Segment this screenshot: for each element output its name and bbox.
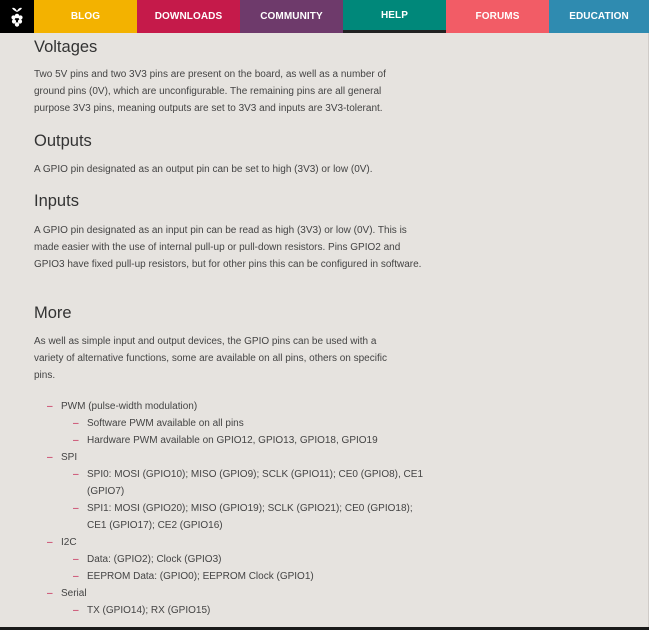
list-item: – Hardware PWM available on GPIO12, GPIO1… xyxy=(73,432,427,449)
list-item-label: Data: (GPIO2); Clock (GPIO3) xyxy=(87,554,222,565)
inputs-text: A GPIO pin designated as an input pin ca… xyxy=(34,225,422,270)
list-item-label: Hardware PWM available on GPIO12, GPIO13… xyxy=(87,435,378,446)
more-text: As well as simple input and output devic… xyxy=(34,336,387,381)
nav-blog[interactable]: BLOG xyxy=(34,0,137,33)
nav-education[interactable]: EDUCATION xyxy=(549,0,649,33)
dash-bullet: – xyxy=(47,452,53,463)
dash-bullet: – xyxy=(73,418,79,429)
list-item-spi: – SPI – SPI0: MOSI (GPIO10); MISO (GPIO9)… xyxy=(47,449,427,534)
list-item-label: SPI xyxy=(61,452,78,463)
dash-bullet: – xyxy=(73,605,79,616)
list-item-serial: – Serial – TX (GPIO14); RX (GPIO15) xyxy=(47,585,427,619)
more-heading: More xyxy=(34,304,72,322)
list-item-label: PWM (pulse-width modulation) xyxy=(61,401,198,412)
inputs-heading: Inputs xyxy=(34,192,79,210)
sublist-serial: – TX (GPIO14); RX (GPIO15) xyxy=(61,602,427,619)
dash-bullet: – xyxy=(73,435,79,446)
dash-bullet: – xyxy=(73,503,79,514)
list-item: – Data: (GPIO2); Clock (GPIO3) xyxy=(73,551,427,568)
nav-community[interactable]: COMMUNITY xyxy=(240,0,343,33)
list-item-label: Software PWM available on all pins xyxy=(87,418,244,429)
list-item-label: TX (GPIO14); RX (GPIO15) xyxy=(87,605,211,616)
list-item-label: I2C xyxy=(61,537,77,548)
list-item-i2c: – I2C – Data: (GPIO2); Clock (GPIO3) – EEP… xyxy=(47,534,427,585)
sublist-spi: – SPI0: MOSI (GPIO10); MISO (GPIO9); SCLK… xyxy=(61,466,427,534)
list-item: – SPI1: MOSI (GPIO20); MISO (GPIO19); SCL… xyxy=(73,500,427,534)
list-item: – EEPROM Data: (GPIO0); EEPROM Clock (GPI… xyxy=(73,568,427,585)
list-item: – TX (GPIO14); RX (GPIO15) xyxy=(73,602,427,619)
sublist-pwm: – Software PWM available on all pins – Har… xyxy=(61,415,427,449)
nav-downloads[interactable]: DOWNLOADS xyxy=(137,0,240,33)
dash-bullet: – xyxy=(73,571,79,582)
outputs-text: A GPIO pin designated as an output pin c… xyxy=(34,164,373,175)
list-item-label: Serial xyxy=(61,588,87,599)
list-item-label: SPI1: MOSI (GPIO20); MISO (GPIO19); SCLK… xyxy=(87,503,413,531)
dash-bullet: – xyxy=(47,401,53,412)
dash-bullet: – xyxy=(47,588,53,599)
outputs-heading: Outputs xyxy=(34,132,92,150)
dash-bullet: – xyxy=(47,537,53,548)
voltages-heading: Voltages xyxy=(34,38,98,56)
raspberry-logo-icon[interactable] xyxy=(0,0,34,33)
nav-help[interactable]: HELP xyxy=(343,0,446,33)
nav-forums[interactable]: FORUMS xyxy=(446,0,549,33)
dash-bullet: – xyxy=(73,554,79,565)
list-item-label: EEPROM Data: (GPIO0); EEPROM Clock (GPIO… xyxy=(87,571,314,582)
list-item: – Software PWM available on all pins xyxy=(73,415,427,432)
functions-list: – PWM (pulse-width modulation) – Software… xyxy=(47,398,427,619)
dash-bullet: – xyxy=(73,469,79,480)
top-navbar: BLOG DOWNLOADS COMMUNITY HELP FORUMS EDU… xyxy=(0,0,649,33)
list-item-pwm: – PWM (pulse-width modulation) – Software… xyxy=(47,398,427,449)
voltages-text: Two 5V pins and two 3V3 pins are present… xyxy=(34,69,386,114)
sublist-i2c: – Data: (GPIO2); Clock (GPIO3) – EEPROM Da… xyxy=(61,551,427,585)
list-item-label: SPI0: MOSI (GPIO10); MISO (GPIO9); SCLK … xyxy=(87,469,424,497)
list-item: – SPI0: MOSI (GPIO10); MISO (GPIO9); SCLK… xyxy=(73,466,427,500)
